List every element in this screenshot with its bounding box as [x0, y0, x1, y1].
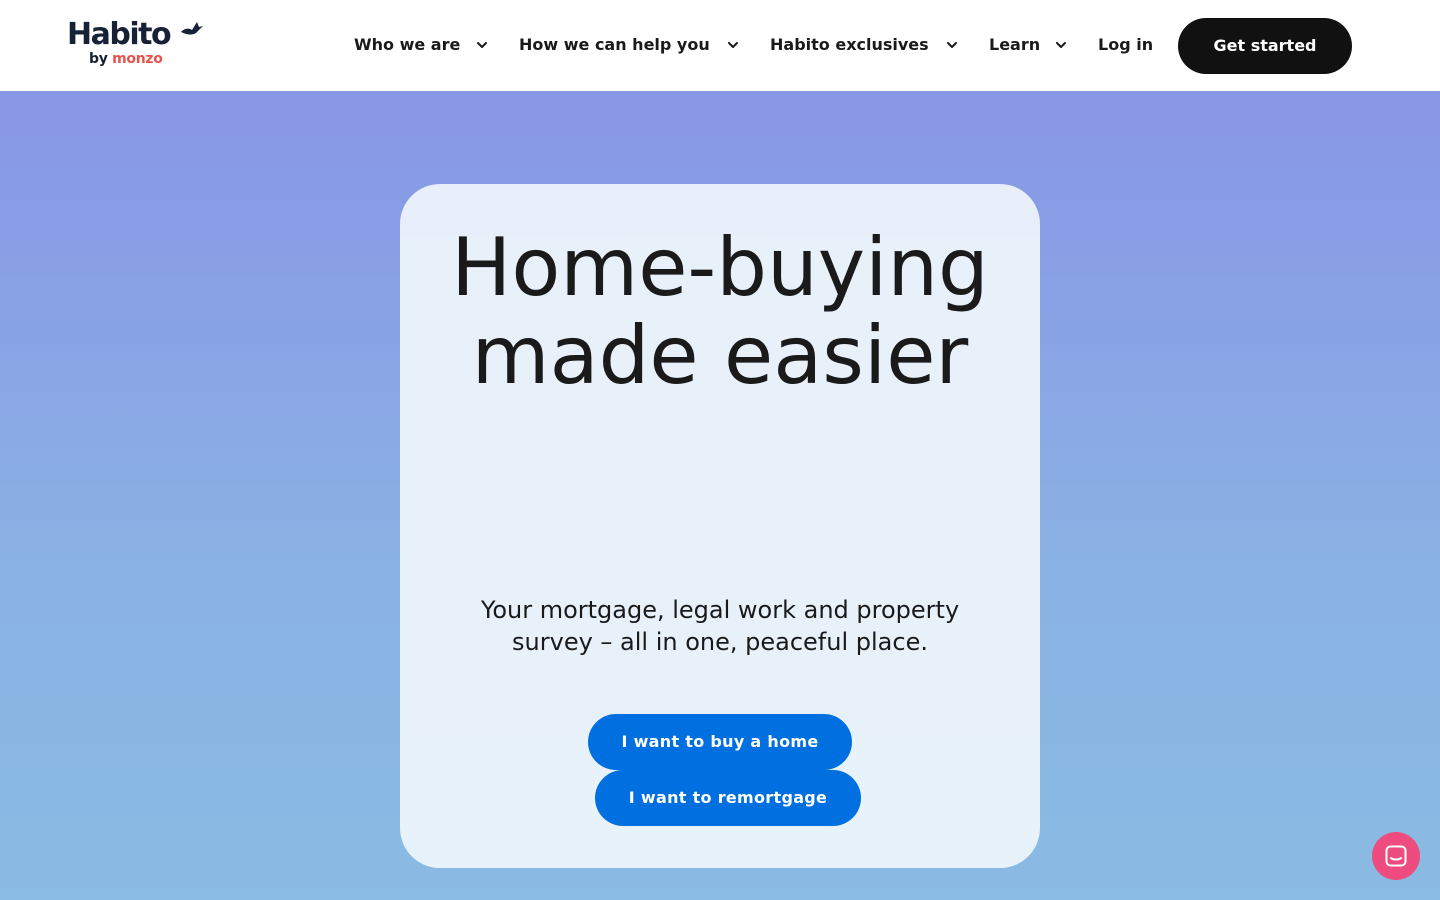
- site-header: Habito by monzo Who we are How we can he…: [0, 0, 1440, 91]
- remortgage-button[interactable]: I want to remortgage: [595, 770, 861, 826]
- nav-how-we-can-help[interactable]: How we can help you: [519, 33, 738, 57]
- buy-home-button[interactable]: I want to buy a home: [588, 714, 852, 770]
- nav-label: Habito exclusives: [770, 35, 929, 54]
- logo-wordmark: Habito: [67, 17, 172, 52]
- logo-by-text: by: [89, 51, 108, 67]
- login-link[interactable]: Log in: [1098, 33, 1153, 57]
- chevron-down-icon: [1056, 42, 1066, 48]
- chat-icon: [1385, 845, 1407, 867]
- nav-habito-exclusives[interactable]: Habito exclusives: [770, 33, 957, 57]
- logo-byline: by monzo: [89, 51, 163, 67]
- get-started-button[interactable]: Get started: [1178, 18, 1352, 74]
- nav-label: Who we are: [354, 35, 461, 54]
- bird-icon: [181, 22, 203, 35]
- chevron-down-icon: [947, 42, 957, 48]
- chat-launcher-button[interactable]: [1372, 832, 1420, 880]
- hero-section: Home-buying made easier Your mortgage, l…: [0, 91, 1440, 900]
- nav-who-we-are[interactable]: Who we are: [354, 33, 487, 57]
- nav-label: Learn: [989, 35, 1041, 54]
- habito-logo[interactable]: Habito by monzo: [67, 18, 207, 70]
- hero-subtitle: Your mortgage, legal work and property s…: [480, 596, 960, 656]
- nav-label: How we can help you: [519, 35, 710, 54]
- chevron-down-icon: [477, 42, 487, 48]
- nav-learn[interactable]: Learn: [989, 33, 1066, 57]
- hero-card: Home-buying made easier Your mortgage, l…: [400, 184, 1040, 868]
- logo-monzo-text: monzo: [112, 51, 163, 67]
- hero-title: Home-buying made easier: [451, 221, 989, 402]
- chevron-down-icon: [728, 42, 738, 48]
